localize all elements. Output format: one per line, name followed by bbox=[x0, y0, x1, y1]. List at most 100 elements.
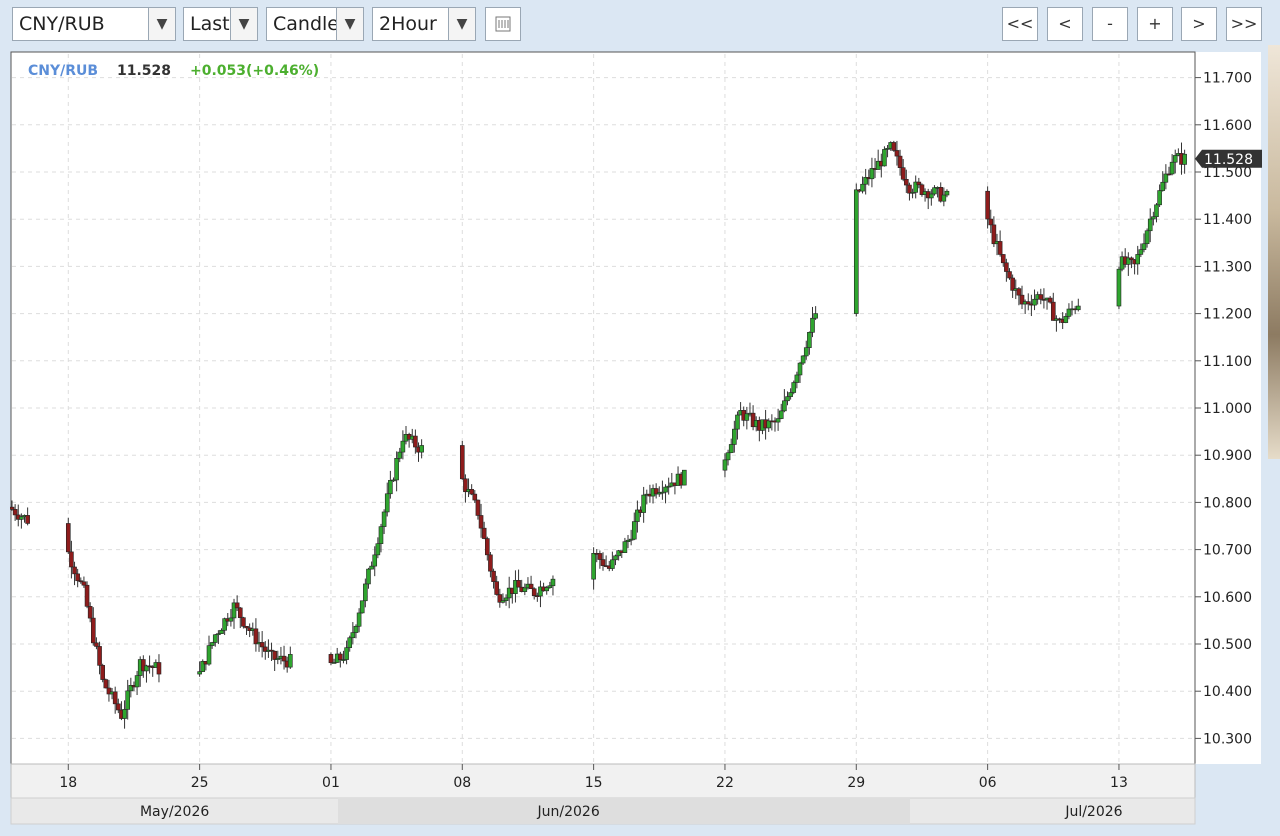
candle-body bbox=[112, 691, 118, 705]
y-tick-label: 11.300 bbox=[1203, 259, 1252, 275]
candle-body bbox=[338, 653, 343, 661]
zoom-out-button[interactable]: - bbox=[1092, 7, 1128, 41]
x-tick-label: 01 bbox=[322, 775, 340, 791]
candle-body bbox=[91, 617, 96, 644]
nav-next-button[interactable]: > bbox=[1181, 7, 1217, 41]
zoom-in-button[interactable]: + bbox=[1137, 7, 1173, 41]
y-tick-label: 11.200 bbox=[1203, 307, 1252, 323]
candle-body bbox=[388, 480, 393, 495]
chevron-down-icon[interactable]: ▼ bbox=[448, 8, 475, 40]
y-tick-label: 10.600 bbox=[1203, 590, 1252, 606]
nav-prev-button[interactable]: < bbox=[1047, 7, 1083, 41]
candle-body bbox=[891, 142, 897, 151]
candle-body bbox=[900, 167, 906, 180]
candle-body bbox=[400, 440, 406, 453]
candle-body bbox=[613, 555, 618, 561]
candle-body bbox=[941, 194, 947, 202]
candle-body bbox=[25, 515, 30, 524]
candle-body bbox=[600, 559, 606, 566]
candle-body bbox=[125, 690, 130, 710]
candle-body bbox=[69, 551, 74, 568]
candle-body bbox=[347, 637, 353, 648]
candle-body bbox=[237, 607, 243, 618]
candle-body bbox=[904, 179, 909, 186]
candle-body bbox=[997, 241, 1003, 255]
last-price-label: 11.528 bbox=[1204, 152, 1253, 168]
price-type-select[interactable]: Last ▼ bbox=[183, 7, 258, 41]
candle-body bbox=[1063, 316, 1069, 323]
candle-body bbox=[1172, 155, 1178, 163]
candle-body bbox=[19, 516, 24, 520]
candle-body bbox=[12, 509, 18, 516]
candle-body bbox=[1047, 297, 1053, 303]
x-tick-label: 29 bbox=[847, 775, 865, 791]
background-strip bbox=[1268, 45, 1280, 459]
y-tick-label: 11.400 bbox=[1203, 212, 1252, 228]
candle-body bbox=[363, 583, 368, 602]
y-tick-label: 11.600 bbox=[1203, 118, 1252, 134]
candle-body bbox=[744, 413, 750, 421]
chevron-down-icon[interactable]: ▼ bbox=[336, 8, 363, 40]
y-tick-label: 11.100 bbox=[1203, 354, 1252, 370]
candle-body bbox=[97, 646, 102, 666]
month-label: May/2026 bbox=[140, 804, 209, 820]
candle-body bbox=[472, 493, 478, 501]
candle-body bbox=[1116, 268, 1122, 307]
candle-body bbox=[803, 347, 809, 357]
candle-body bbox=[328, 654, 334, 664]
chart-area[interactable]: 10.300 10.400 10.500 10.600 10.700 10.800 10.9… bbox=[9, 50, 1262, 826]
x-tick-label: 08 bbox=[453, 775, 471, 791]
candle-body bbox=[350, 632, 356, 639]
candle-body bbox=[794, 374, 800, 383]
chart-style-select[interactable]: Candle ▼ bbox=[266, 7, 364, 41]
candle-body bbox=[253, 628, 259, 645]
candle-body bbox=[9, 506, 15, 510]
candle-body bbox=[1144, 230, 1150, 245]
chart-style-value: Candle bbox=[273, 13, 339, 35]
chevron-down-icon[interactable]: ▼ bbox=[148, 8, 175, 40]
candle-body bbox=[494, 581, 499, 595]
candle-body bbox=[281, 655, 287, 662]
candle-body bbox=[1151, 216, 1156, 220]
candle-body bbox=[641, 494, 646, 513]
chevron-down-icon[interactable]: ▼ bbox=[230, 8, 257, 40]
candle-body bbox=[853, 189, 859, 314]
candle-body bbox=[94, 642, 99, 647]
candlestick-chart[interactable]: 10.300 10.400 10.500 10.600 10.700 10.800 10.9… bbox=[9, 50, 1262, 826]
candle-body bbox=[991, 224, 997, 245]
nav-last-button[interactable]: >> bbox=[1226, 7, 1262, 41]
y-tick-label: 11.700 bbox=[1203, 71, 1252, 87]
candle-body bbox=[356, 612, 362, 627]
candle-body bbox=[1025, 301, 1031, 305]
symbol-select[interactable]: CNY/RUB ▼ bbox=[12, 7, 176, 41]
candle-body bbox=[381, 511, 387, 527]
chart-settings-button[interactable] bbox=[485, 7, 521, 41]
candle-body bbox=[241, 617, 246, 627]
candle-body bbox=[791, 382, 797, 393]
candle-body bbox=[1141, 243, 1147, 250]
candle-body bbox=[785, 396, 790, 402]
chart-settings-icon bbox=[495, 16, 511, 32]
candle-body bbox=[134, 675, 140, 688]
candle-body bbox=[531, 588, 537, 596]
candle-body bbox=[1138, 249, 1144, 255]
month-label: Jun/2026 bbox=[537, 804, 600, 820]
x-tick-label: 15 bbox=[585, 775, 603, 791]
month-label: Jul/2026 bbox=[1064, 804, 1122, 820]
y-tick-label: 11.000 bbox=[1203, 401, 1252, 417]
candle-body bbox=[778, 410, 784, 419]
interval-select[interactable]: 2Hour ▼ bbox=[372, 7, 476, 41]
price-type-value: Last bbox=[190, 13, 230, 35]
x-tick-label: 18 bbox=[59, 775, 77, 791]
candle-body bbox=[663, 486, 668, 493]
candle-body bbox=[491, 570, 496, 582]
candle-body bbox=[197, 671, 202, 675]
candle-body bbox=[1004, 262, 1009, 272]
candle-body bbox=[156, 662, 162, 675]
candle-body bbox=[359, 600, 365, 614]
nav-first-button[interactable]: << bbox=[1002, 7, 1038, 41]
candle-body bbox=[234, 602, 240, 609]
candle-body bbox=[485, 538, 490, 556]
y-tick-label: 10.700 bbox=[1203, 543, 1252, 559]
candle-body bbox=[1157, 190, 1162, 206]
